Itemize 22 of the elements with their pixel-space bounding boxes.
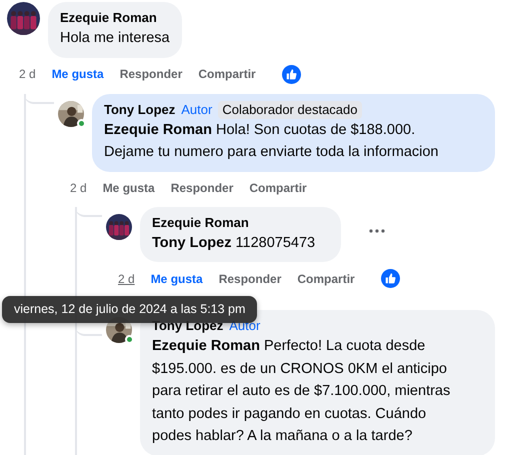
share-link[interactable]: Compartir	[297, 270, 355, 288]
timestamp-link[interactable]: 2 d	[19, 65, 36, 83]
comment-text: Ezequie Roman Perfecto! La cuota desde $195.000. es de un CRONOS 0KM el anticipo para retirar el auto es de $7.100.000, mientras tanto podes ir pagando en cuotas. Cuándo podes hablar? A la mañana o a la tarde?	[152, 337, 452, 446]
timestamp-link[interactable]: 2 d	[70, 178, 87, 196]
reply-link[interactable]: Responder	[218, 270, 282, 288]
author-name[interactable]: Ezequie Roman	[152, 214, 249, 232]
member-tag: Colaborador destacado	[218, 100, 362, 118]
share-link[interactable]: Compartir	[198, 65, 256, 83]
timestamp-link[interactable]: 2 d	[118, 270, 135, 288]
comment-text: Ezequie Roman Hola! Son cuotas de $188.000. Dejame tu numero para enviarte toda la informacion	[104, 120, 440, 162]
comment-text: Hola me interesa	[60, 29, 170, 48]
share-link[interactable]: Compartir	[249, 178, 307, 196]
like-link[interactable]: Me gusta	[150, 270, 203, 288]
like-link[interactable]: Me gusta	[52, 65, 104, 83]
reply-link[interactable]: Responder	[120, 65, 182, 83]
reply-link[interactable]: Responder	[170, 178, 234, 196]
date-tooltip: viernes, 12 de julio de 2024 a las 5:13 pm	[2, 296, 258, 323]
author-name[interactable]: Tony Lopez	[104, 100, 176, 118]
like-link[interactable]: Me gusta	[102, 178, 155, 196]
author-name[interactable]: Ezequie Roman	[60, 9, 157, 27]
comment-text: Tony Lopez 1128075473	[152, 234, 316, 252]
author-label: Autor	[181, 100, 212, 118]
